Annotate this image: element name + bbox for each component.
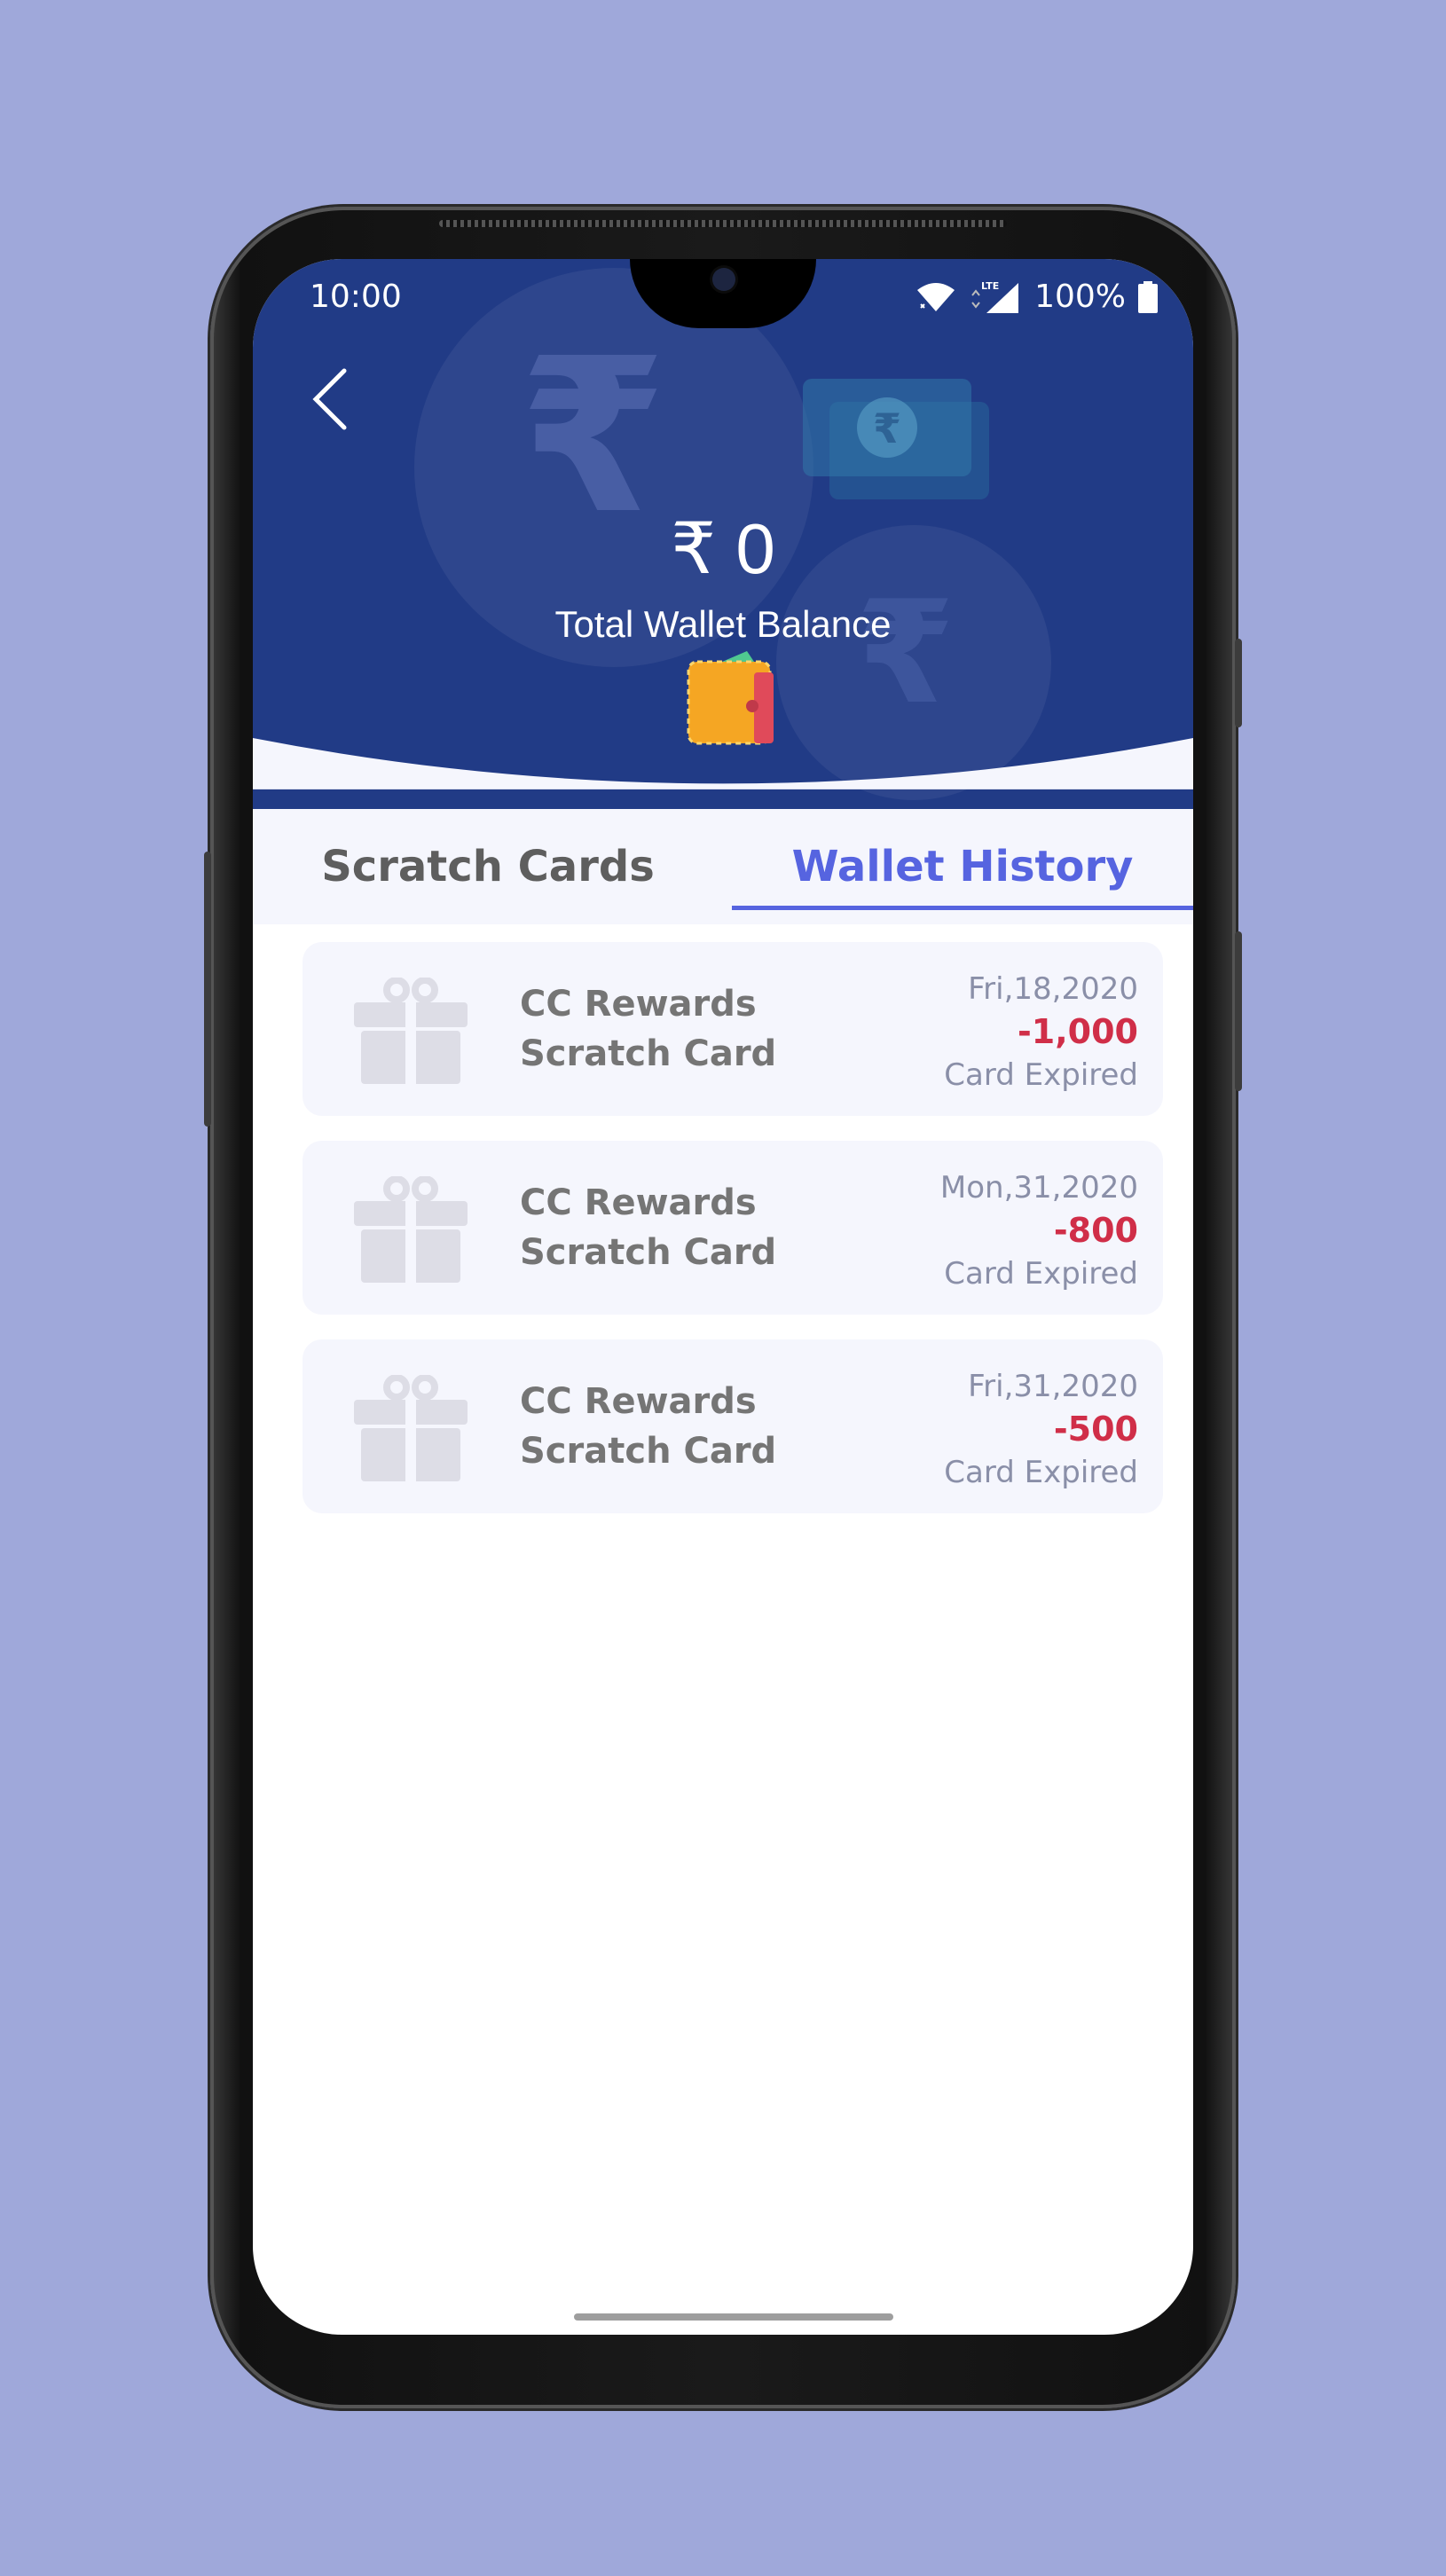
wallet-balance-amount: ₹ 0: [671, 509, 775, 588]
card-title-line2: Scratch Card: [520, 1033, 777, 1074]
side-button: [1235, 931, 1242, 1091]
front-camera: [712, 268, 735, 291]
wallet-icon: [687, 651, 774, 745]
battery-percent: 100%: [1034, 279, 1126, 315]
card-date: Mon,31,2020: [939, 1170, 1138, 1206]
list-item[interactable]: CC Rewards Scratch Card Fri,18,2020 -1,0…: [303, 942, 1163, 1116]
list-item[interactable]: CC Rewards Scratch Card Mon,31,2020 -800…: [303, 1141, 1163, 1315]
battery-icon: [1138, 280, 1158, 313]
gift-icon: [354, 1176, 468, 1283]
card-title-line1: CC Rewards: [520, 1182, 757, 1223]
gift-icon: [354, 1375, 468, 1481]
chevron-left-icon: [312, 368, 347, 430]
earpiece-speaker: [439, 220, 1007, 227]
status-icons: LTE 100%: [916, 279, 1158, 315]
decorative-rupee-icon-small: ₹: [856, 569, 955, 735]
wallet-header: ₹ ₹ ₹ 10:00 LTE 100% ₹ 0 Total Wallet Ba…: [253, 259, 1193, 809]
svg-text:₹: ₹: [873, 404, 901, 452]
wallet-history-list: CC Rewards Scratch Card Fri,18,2020 -1,0…: [303, 942, 1163, 1538]
card-meta: Fri,18,2020 -1,000 Card Expired: [944, 969, 1138, 1096]
gift-icon: [354, 978, 468, 1084]
lte-signal-icon: LTE: [971, 280, 1019, 313]
card-title: CC Rewards Scratch Card: [520, 1377, 813, 1476]
wifi-icon: [917, 282, 955, 311]
status-time: 10:00: [310, 279, 402, 315]
card-title: CC Rewards Scratch Card: [520, 1178, 813, 1277]
back-button[interactable]: [299, 364, 361, 435]
card-title-line2: Scratch Card: [520, 1232, 777, 1273]
wallet-balance-label: Total Wallet Balance: [554, 603, 892, 645]
card-date: Fri,18,2020: [968, 971, 1138, 1007]
power-button: [1235, 639, 1242, 727]
card-amount: -1,000: [1018, 1012, 1138, 1051]
card-meta: Mon,31,2020 -800 Card Expired: [940, 1167, 1138, 1295]
svg-text:LTE: LTE: [981, 280, 999, 292]
card-amount: -500: [1053, 1410, 1138, 1449]
decorative-banknote-icon: ₹: [803, 379, 1016, 503]
card-status: Card Expired: [944, 1455, 1138, 1490]
home-indicator[interactable]: [574, 2313, 893, 2321]
card-title: CC Rewards Scratch Card: [520, 979, 813, 1079]
list-item[interactable]: CC Rewards Scratch Card Fri,31,2020 -500…: [303, 1339, 1163, 1513]
card-title-line2: Scratch Card: [520, 1431, 777, 1472]
card-status: Card Expired: [944, 1256, 1138, 1292]
card-amount: -800: [1053, 1211, 1138, 1250]
tab-scratch-cards[interactable]: Scratch Cards: [253, 809, 723, 924]
screen: ₹ ₹ ₹ 10:00 LTE 100% ₹ 0 Total Wallet Ba…: [253, 259, 1193, 2335]
card-status: Card Expired: [944, 1057, 1138, 1093]
header-curve: [253, 738, 1193, 789]
card-title-line1: CC Rewards: [520, 1381, 757, 1422]
card-title-line1: CC Rewards: [520, 984, 757, 1025]
volume-button: [204, 852, 211, 1127]
card-meta: Fri,31,2020 -500 Card Expired: [944, 1366, 1138, 1494]
active-tab-indicator: [732, 906, 1193, 910]
card-date: Fri,31,2020: [968, 1369, 1138, 1404]
